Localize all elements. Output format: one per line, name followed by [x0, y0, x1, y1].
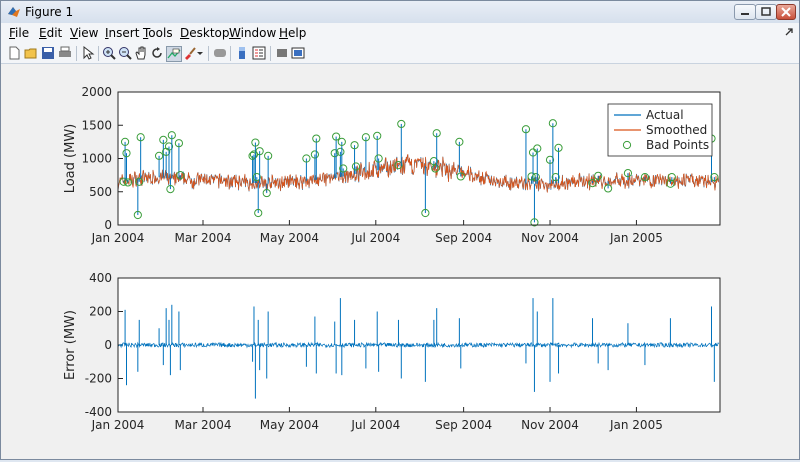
menu-window[interactable]: Window — [229, 26, 276, 40]
x-tick-label: Jan 2004 — [91, 418, 145, 432]
x-tick-label: Jan 2005 — [609, 231, 663, 245]
maximize-button[interactable] — [755, 4, 777, 20]
rotate-3d-icon[interactable] — [150, 46, 164, 60]
y-tick-label: 0 — [104, 338, 112, 352]
plot-area: 0500100015002000Jan 2004 Mar 2004 May 2004… — [63, 85, 721, 432]
y-axis-label: Error (MW) — [63, 310, 78, 380]
menu-insert[interactable]: Insert — [105, 26, 139, 40]
x-tick-label: Nov 2004 — [521, 231, 579, 245]
toolbar-separator — [230, 46, 231, 61]
menu-edit[interactable]: Edit — [39, 26, 62, 40]
undock-arrow-icon[interactable] — [785, 28, 793, 36]
legend-entry-3: Bad Points — [646, 138, 709, 152]
y-tick-label: 400 — [89, 271, 112, 285]
menu-bar: File Edit View Insert Tools Desktop Wind… — [1, 23, 799, 43]
menu-file[interactable]: File — [9, 26, 29, 40]
zoom-out-icon[interactable] — [118, 46, 132, 60]
maximize-icon — [761, 7, 771, 16]
menu-help[interactable]: Help — [279, 26, 306, 40]
print-icon[interactable] — [58, 46, 72, 60]
menu-desktop[interactable]: Desktop — [180, 26, 230, 40]
toolbar-separator — [208, 46, 209, 61]
x-tick-label: Jan 2004 — [91, 231, 145, 245]
insert-legend-icon[interactable] — [252, 46, 266, 60]
save-icon[interactable] — [41, 46, 55, 60]
x-tick-label: Jul 2004 — [350, 231, 400, 245]
x-tick-label: Mar 2004 — [174, 231, 231, 245]
link-plot-icon[interactable] — [213, 46, 227, 60]
figure-canvas: 0 500 1000 1500 2000 Jan 2004 Mar 2004 May 2004… — [1, 64, 799, 459]
y-tick-label: 500 — [89, 185, 112, 199]
window-title: Figure 1 — [25, 5, 74, 19]
data-cursor-icon[interactable] — [166, 46, 182, 62]
toolbar-separator — [270, 46, 271, 61]
show-plot-tools-icon[interactable] — [291, 46, 305, 60]
y-tick-label: 0 — [104, 218, 112, 232]
edit-plot-arrow-icon[interactable] — [81, 46, 95, 60]
toolbar — [1, 43, 799, 64]
toolbar-separator — [76, 46, 77, 61]
legend-entry-2: Smoothed — [646, 123, 707, 137]
y-axis-label: Load (MW) — [63, 124, 78, 194]
x-tick-label: May 2004 — [260, 418, 319, 432]
x-tick-label: Jul 2004 — [350, 418, 400, 432]
insert-colorbar-icon[interactable] — [235, 46, 249, 60]
x-tick-label: Nov 2004 — [521, 418, 579, 432]
zoom-in-icon[interactable] — [102, 46, 116, 60]
y-tick-label: -400 — [85, 405, 112, 419]
close-button[interactable] — [776, 4, 796, 20]
brush-dropdown-icon[interactable] — [196, 46, 204, 60]
y-tick-label: 2000 — [81, 85, 112, 99]
brush-icon[interactable] — [183, 46, 197, 60]
hide-plot-tools-icon[interactable] — [275, 46, 289, 60]
title-bar[interactable]: Figure 1 — [1, 1, 799, 24]
minimize-icon — [741, 13, 749, 15]
open-file-icon[interactable] — [24, 46, 38, 60]
pan-hand-icon[interactable] — [134, 46, 148, 60]
y-tick-label: 1500 — [81, 118, 112, 132]
matlab-icon — [8, 7, 20, 17]
toolbar-separator — [98, 46, 99, 61]
menu-view[interactable]: View — [70, 26, 98, 40]
figure-window: Figure 1 File Edit View Insert Tools Des… — [0, 0, 800, 460]
legend-entry-1: Actual — [646, 108, 684, 122]
x-tick-label: Jan 2005 — [609, 418, 663, 432]
x-tick-label: Sep 2004 — [435, 418, 492, 432]
x-tick-label: Mar 2004 — [174, 418, 231, 432]
y-tick-label: 1000 — [81, 152, 112, 166]
x-tick-label: Sep 2004 — [435, 231, 492, 245]
close-icon — [781, 7, 791, 17]
y-tick-label: 200 — [89, 305, 112, 319]
y-tick-label: -200 — [85, 372, 112, 386]
minimize-button[interactable] — [734, 4, 756, 20]
x-tick-label: May 2004 — [260, 231, 319, 245]
menu-tools[interactable]: Tools — [143, 26, 173, 40]
new-figure-icon[interactable] — [7, 46, 21, 60]
